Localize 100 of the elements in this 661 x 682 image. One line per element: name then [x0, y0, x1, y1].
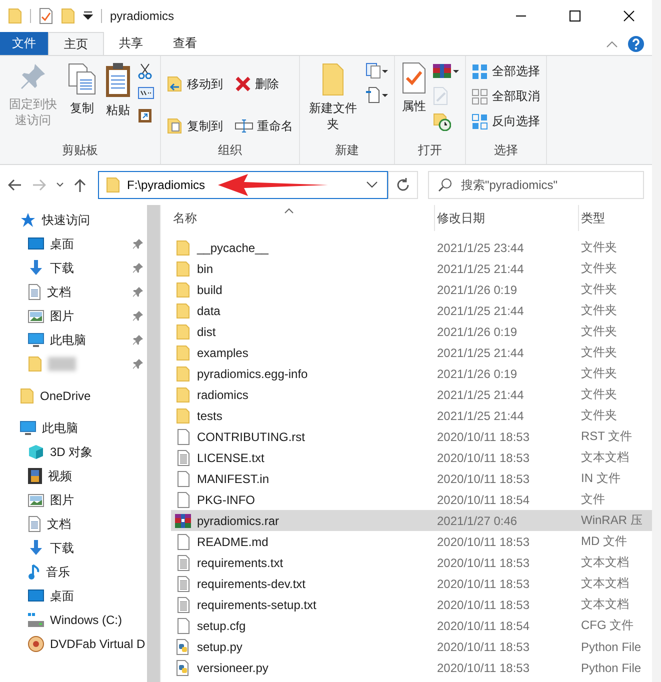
file-row[interactable]: setup.cfg 2020/10/11 18:54 CFG 文件: [171, 615, 652, 636]
file-row[interactable]: __pycache__ 2021/1/25 23:44 文件夹: [171, 237, 652, 258]
type-cell-text: Python File: [581, 660, 642, 674]
nav-item[interactable]: 图片: [50, 492, 74, 508]
file-row[interactable]: build 2021/1/26 0:19 文件夹: [171, 279, 652, 300]
invert-selection-icon: [472, 114, 488, 130]
file-row[interactable]: MANIFEST.in 2020/10/11 18:53 IN 文件: [171, 468, 652, 489]
column-header[interactable]: 类型: [579, 205, 652, 231]
folder-icon: [106, 177, 120, 193]
date-cell-text: 2020/10/11 18:53: [436, 472, 531, 486]
file-row[interactable]: requirements.txt 2020/10/11 18:53 文本文档: [171, 552, 652, 573]
date-cell-text: 2021/1/26 0:19: [436, 324, 518, 338]
collapse-ribbon-icon[interactable]: [606, 40, 618, 48]
sort-caret-icon[interactable]: [284, 208, 294, 214]
nav-item[interactable]: 桌面: [50, 236, 74, 252]
ribbon-icon-button[interactable]: [136, 86, 156, 100]
ribbon-button[interactable]: 复制到: [165, 110, 225, 142]
help-icon[interactable]: [628, 36, 644, 52]
up-arrow-icon[interactable]: [74, 178, 86, 192]
file-row[interactable]: README.md 2020/10/11 18:53 MD 文件: [171, 531, 652, 552]
file-name: dist: [197, 324, 216, 338]
file-row[interactable]: radiomics 2021/1/25 21:44 文件夹: [171, 384, 652, 405]
ribbon-tab[interactable]: 共享: [104, 32, 158, 55]
delete-icon: [235, 76, 251, 92]
search-field[interactable]: 搜索"pyradiomics": [428, 171, 644, 199]
nav-item[interactable]: 3D 对象: [50, 444, 93, 460]
film-icon: [28, 468, 42, 484]
python-file-icon: [176, 660, 190, 676]
nav-item[interactable]: 下载: [50, 260, 74, 276]
chevron-down-icon[interactable]: [56, 182, 64, 188]
file-name: requirements.txt: [197, 556, 284, 570]
file-name: examples: [197, 346, 248, 360]
music-note-icon: [28, 564, 40, 580]
drive-icon: [28, 613, 44, 627]
refresh-button[interactable]: [388, 171, 418, 199]
scrollbar[interactable]: [147, 205, 160, 682]
nav-item[interactable]: 图片: [50, 308, 74, 324]
file-row[interactable]: CONTRIBUTING.rst 2020/10/11 18:53 RST 文件: [171, 426, 652, 447]
file-row[interactable]: requirements-dev.txt 2020/10/11 18:53 文本文档: [171, 573, 652, 594]
type-cell-text: 文件夹: [581, 386, 618, 403]
file-name: PKG-INFO: [197, 492, 256, 506]
file-tab[interactable]: 文件: [0, 32, 48, 55]
nav-item[interactable]: 音乐: [46, 564, 70, 580]
ribbon-button[interactable]: 新建文件夹: [304, 60, 362, 142]
folder-icon: [176, 386, 190, 402]
file-row[interactable]: LICENSE.txt 2020/10/11 18:53 文本文档: [171, 447, 652, 468]
ribbon-button[interactable]: 属性: [399, 60, 429, 142]
ribbon-button[interactable]: 反向选择: [470, 112, 542, 131]
file-row[interactable]: dist 2021/1/26 0:19 文件夹: [171, 321, 652, 342]
nav-item[interactable]: Windows (C:): [50, 613, 122, 627]
ribbon-button[interactable]: 重命名: [233, 110, 295, 142]
ribbon-icon-button[interactable]: [431, 62, 461, 80]
nav-item[interactable]: 下载: [50, 540, 74, 556]
star-icon: [20, 212, 36, 228]
file-row[interactable]: setup.py 2020/10/11 18:53 Python File: [171, 636, 652, 657]
nav-item[interactable]: OneDrive: [40, 389, 91, 403]
column-header[interactable]: 修改日期: [435, 205, 579, 231]
ribbon-button[interactable]: 粘贴: [102, 60, 134, 142]
ribbon-button[interactable]: 全部取消: [470, 87, 542, 106]
file-row[interactable]: versioneer.py 2020/10/11 18:53 Python File: [171, 657, 652, 678]
paste-shortcut-icon: [138, 107, 152, 123]
folder-icon: [176, 302, 190, 318]
file-row[interactable]: requirements-setup.txt 2020/10/11 18:53 文本文档: [171, 594, 652, 615]
ribbon-button[interactable]: 全部选择: [470, 62, 542, 81]
type-cell-text: 文本文档: [581, 554, 630, 571]
file-row[interactable]: data 2021/1/25 21:44 文件夹: [171, 300, 652, 321]
file-row[interactable]: tests 2021/1/25 21:44 文件夹: [171, 405, 652, 426]
nav-item[interactable]: 文档: [47, 516, 71, 532]
file-row[interactable]: bin 2021/1/25 21:44 文件夹: [171, 258, 652, 279]
file-row[interactable]: pyradiomics.egg-info 2021/1/26 0:19 文件夹: [171, 363, 652, 384]
document-icon: [28, 516, 41, 532]
ribbon-icon-button[interactable]: [364, 86, 390, 104]
nav-item[interactable]: 此电脑: [42, 420, 78, 436]
address-field[interactable]: F:\pyradiomics: [98, 171, 388, 199]
properties-icon[interactable]: [39, 8, 53, 24]
nav-item[interactable]: 视频: [48, 468, 72, 484]
nav-item[interactable]: 快速访问: [42, 212, 90, 228]
dropdown-icon[interactable]: [83, 11, 93, 21]
file-row[interactable]: examples 2021/1/25 21:44 文件夹: [171, 342, 652, 363]
nav-item[interactable]: 桌面: [50, 588, 74, 604]
file-row[interactable]: pyradiomics.rar 2021/1/27 0:46 WinRAR 压: [171, 510, 652, 531]
copy-folder-icon: [167, 118, 183, 134]
edit-icon: [433, 87, 449, 105]
back-arrow-icon[interactable]: [8, 179, 22, 191]
file-row[interactable]: PKG-INFO 2020/10/11 18:54 文件: [171, 489, 652, 510]
ribbon-button[interactable]: 复制: [64, 60, 100, 142]
type-cell-text: 文件: [581, 491, 606, 508]
file-name: README.md: [197, 534, 268, 548]
nav-item[interactable]: DVDFab Virtual D: [50, 637, 146, 651]
ribbon-button[interactable]: 移动到: [165, 68, 225, 100]
date-cell-text: 2021/1/26 0:19: [436, 366, 518, 380]
chevron-down-icon[interactable]: [366, 181, 378, 189]
nav-item[interactable]: 此电脑: [50, 332, 86, 348]
ribbon-tab[interactable]: 主页: [48, 32, 104, 55]
move-folder-icon: [167, 76, 183, 92]
column-header[interactable]: 名称: [171, 205, 435, 231]
nav-item[interactable]: 文档: [47, 284, 71, 300]
ribbon-button[interactable]: 删除: [233, 68, 295, 100]
date-cell-text: 2021/1/27 0:46: [436, 514, 518, 528]
ribbon-tab[interactable]: 查看: [158, 32, 212, 55]
